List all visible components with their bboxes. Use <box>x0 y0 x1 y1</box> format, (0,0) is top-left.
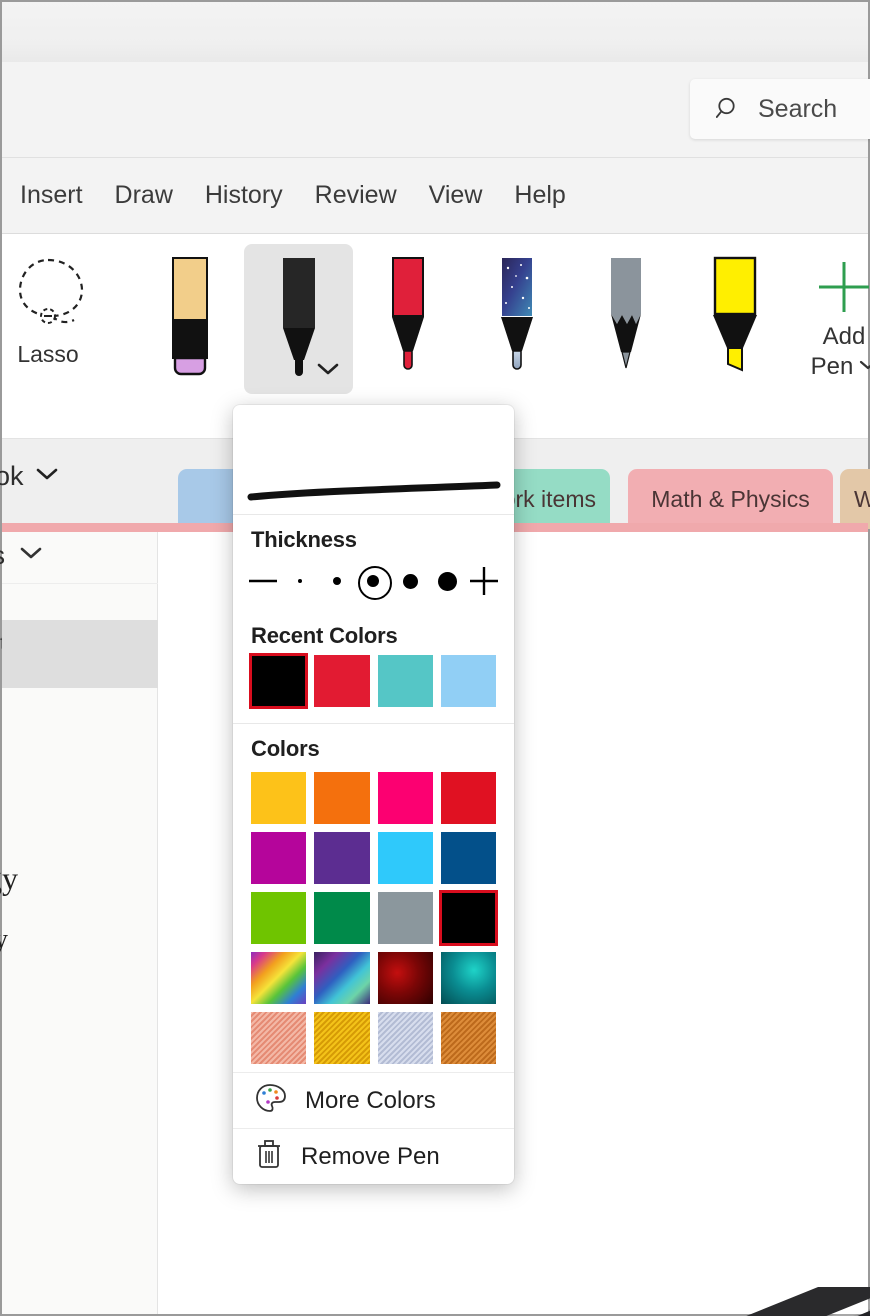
color-red[interactable] <box>440 772 496 824</box>
thickness-section: Thickness <box>233 515 514 559</box>
thickness-2[interactable] <box>321 565 353 597</box>
section-tab-2[interactable]: Math & Physics <box>628 469 833 529</box>
page-title-fragment: gy <box>0 860 18 896</box>
more-colors-label: More Colors <box>305 1086 436 1114</box>
stroke-preview <box>233 405 514 515</box>
notebook-name-label: ook <box>0 461 24 491</box>
page-list-item-selected[interactable] <box>2 620 158 688</box>
chevron-down-icon[interactable] <box>20 546 42 565</box>
add-pen-label-line2: Pen <box>810 353 854 381</box>
recent-colors-swatches <box>233 653 514 721</box>
recent-colors-title: Recent Colors <box>251 623 398 648</box>
color-amber[interactable] <box>251 772 307 824</box>
color-row-1 <box>233 772 514 832</box>
lasso-select-button[interactable]: Lasso <box>0 254 98 368</box>
color-navy[interactable] <box>440 832 496 884</box>
lasso-select-icon <box>4 254 92 339</box>
ribbon-header-bar: Search <box>2 62 870 158</box>
thickness-1[interactable] <box>284 565 316 597</box>
texture-copper-pencil[interactable] <box>440 1012 496 1064</box>
palette-icon <box>255 1083 287 1118</box>
tab-help[interactable]: Help <box>514 181 565 210</box>
page-list-header-label: s <box>0 540 5 571</box>
tab-insert[interactable]: Insert <box>20 181 83 210</box>
texture-rose-pencil[interactable] <box>251 1012 307 1064</box>
pen-item-pencil-grey[interactable] <box>571 244 680 394</box>
section-tab-label: ork items <box>502 485 596 512</box>
recent-lightblue[interactable] <box>440 655 496 707</box>
color-green[interactable] <box>251 892 307 944</box>
page-list-pane: s <box>0 532 158 1314</box>
page-list-header[interactable]: s <box>0 532 158 584</box>
recent-black[interactable] <box>248 653 309 709</box>
color-darkgreen[interactable] <box>314 892 370 944</box>
color-row-3 <box>233 890 514 952</box>
color-row-2 <box>233 832 514 892</box>
texture-rainbow[interactable] <box>251 952 307 1004</box>
color-orange[interactable] <box>314 772 370 824</box>
thickness-section-title: Thickness <box>251 527 357 552</box>
add-pen-button[interactable]: Add Pen <box>789 244 870 404</box>
remove-pen-label: Remove Pen <box>301 1142 440 1170</box>
pen-options-flyout: Thickness Recent Colors Colors More Colo… <box>233 405 514 1184</box>
chevron-down-icon[interactable] <box>317 362 339 381</box>
notebook-selector[interactable]: ook <box>0 461 58 492</box>
tab-view[interactable]: View <box>429 181 483 210</box>
thickness-5[interactable] <box>431 565 463 597</box>
section-tab-label: W <box>854 485 870 512</box>
more-colors[interactable]: More Colors <box>233 1072 514 1128</box>
color-pink[interactable] <box>377 772 433 824</box>
pen-item-highlighter-yellow[interactable] <box>680 244 789 394</box>
add-pen-label-line1: Add <box>822 323 866 350</box>
section-tab-label: Math & Physics <box>651 485 810 512</box>
color-skyblue[interactable] <box>377 832 433 884</box>
pen-item-pen-black[interactable] <box>244 244 353 394</box>
thickness-3[interactable] <box>357 565 393 600</box>
ribbon-tab-bar: Insert Draw History Review View Help <box>2 158 868 234</box>
colors-grid <box>233 768 514 1072</box>
thickness-increase[interactable] <box>468 565 500 597</box>
recent-colors-section: Recent Colors <box>233 611 514 655</box>
color-magenta[interactable] <box>251 832 307 884</box>
color-black[interactable] <box>438 890 499 946</box>
pen-item-highlighter-pen-tan[interactable] <box>135 244 244 394</box>
texture-row-1 <box>233 952 514 1012</box>
colors-section: Colors <box>233 724 514 768</box>
pen-item-pen-galaxy[interactable] <box>462 244 571 394</box>
remove-pen[interactable]: Remove Pen <box>233 1128 514 1184</box>
texture-ocean[interactable] <box>440 952 496 1004</box>
tab-review[interactable]: Review <box>315 181 397 210</box>
chevron-down-icon[interactable] <box>36 467 58 486</box>
recent-red[interactable] <box>314 655 370 707</box>
texture-galaxy[interactable] <box>314 952 370 1004</box>
lasso-select-label: Lasso <box>17 341 79 367</box>
thickness-options <box>233 559 514 611</box>
plus-icon <box>815 258 870 321</box>
search-box[interactable]: Search <box>690 79 870 139</box>
section-tab-3[interactable]: W <box>840 469 870 529</box>
pen-gallery: Add Pen <box>135 244 870 424</box>
recent-teal[interactable] <box>377 655 433 707</box>
tab-draw[interactable]: Draw <box>115 181 173 210</box>
color-grey[interactable] <box>377 892 433 944</box>
thickness-4[interactable] <box>394 565 426 597</box>
texture-silver-pencil[interactable] <box>377 1012 433 1064</box>
texture-gold-pencil[interactable] <box>314 1012 370 1064</box>
colors-title: Colors <box>251 736 320 761</box>
pen-item-pen-red[interactable] <box>353 244 462 394</box>
trash-icon <box>255 1138 283 1175</box>
texture-row-2 <box>233 1012 514 1072</box>
page-subtitle-fragment: y <box>0 924 8 955</box>
search-placeholder-label: Search <box>758 94 838 123</box>
window-title-bar <box>2 2 868 62</box>
thickness-decrease[interactable] <box>247 565 279 597</box>
chevron-down-icon[interactable] <box>859 358 870 376</box>
tab-history[interactable]: History <box>205 181 283 210</box>
search-icon <box>715 96 742 122</box>
texture-lava[interactable] <box>377 952 433 1004</box>
color-purple[interactable] <box>314 832 370 884</box>
